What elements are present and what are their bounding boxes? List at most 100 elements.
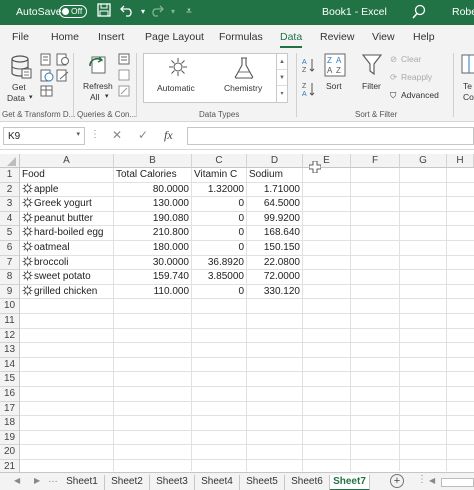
cell-d1[interactable]: Sodium (249, 168, 283, 182)
cell-a9[interactable]: grilled chicken (22, 285, 97, 299)
scroll-up-icon[interactable]: ▲ (277, 54, 287, 70)
insert-function-icon[interactable]: fx (164, 128, 173, 143)
formula-input[interactable] (187, 127, 474, 145)
next-sheet-icon[interactable]: ▶ (34, 476, 40, 485)
select-all-corner[interactable] (0, 154, 20, 168)
cell-d3[interactable]: 64.5000 (247, 197, 300, 211)
sheet-tab-sheet6[interactable]: Sheet6 (285, 475, 330, 490)
row-header-14[interactable]: 14 (0, 357, 20, 373)
clear-filter-button[interactable]: ⊘ Clear (390, 54, 421, 65)
scroll-down-icon[interactable]: ▼ (277, 70, 287, 86)
geography-data-type-icon[interactable] (22, 241, 33, 252)
enter-check-icon[interactable]: ✓ (138, 128, 148, 142)
tab-formulas[interactable]: Formulas (219, 31, 263, 43)
sheet-tab-sheet3[interactable]: Sheet3 (150, 475, 195, 490)
geography-data-type-icon[interactable] (22, 270, 33, 281)
existing-connections-icon[interactable] (56, 69, 70, 85)
cell-c7[interactable]: 36.8920 (192, 256, 244, 270)
from-table-icon[interactable] (40, 85, 54, 101)
cell-b4[interactable]: 190.080 (114, 212, 189, 226)
column-header-g[interactable]: G (400, 154, 447, 168)
row-header-16[interactable]: 16 (0, 387, 20, 402)
cell-c2[interactable]: 1.32000 (192, 183, 244, 197)
row-header-7[interactable]: 7 (0, 255, 20, 271)
cell-d7[interactable]: 22.0800 (247, 256, 300, 270)
cell-a2[interactable]: apple (22, 183, 58, 197)
geography-data-type-icon[interactable] (22, 212, 33, 223)
options-ellipsis-icon[interactable]: ⋮ (417, 474, 427, 485)
row-header-10[interactable]: 10 (0, 299, 20, 314)
sort-z-a-icon[interactable]: ZA (302, 81, 316, 100)
refresh-all-button[interactable]: Refresh All ▾ (80, 51, 116, 103)
customize-qat-icon[interactable]: ⩡ (180, 3, 198, 21)
column-header-d[interactable]: D (247, 154, 303, 168)
chevron-down-icon[interactable]: ▾ (76, 130, 80, 138)
name-box[interactable]: K9 ▾ (3, 127, 85, 145)
cell-b1[interactable]: Total Calories (116, 168, 177, 182)
cell-a7[interactable]: broccoli (22, 256, 68, 270)
edit-links-icon[interactable] (118, 85, 131, 100)
tab-page-layout[interactable]: Page Layout (145, 31, 204, 43)
column-header-a[interactable]: A (20, 154, 114, 168)
tab-help[interactable]: Help (413, 31, 435, 43)
cell-b5[interactable]: 210.800 (114, 226, 189, 240)
row-header-12[interactable]: 12 (0, 328, 20, 344)
tab-review[interactable]: Review (320, 31, 354, 43)
geography-data-type-icon[interactable] (22, 256, 33, 267)
scrollbar-thumb[interactable] (441, 478, 474, 487)
cell-a5[interactable]: hard-boiled egg (22, 226, 104, 240)
scroll-left-icon[interactable]: ◀ (429, 476, 435, 485)
tab-data[interactable]: Data (280, 31, 303, 48)
recent-sources-icon[interactable] (56, 53, 70, 69)
cell-d5[interactable]: 168.640 (247, 226, 300, 240)
row-header-1[interactable]: 1 (0, 168, 20, 183)
text-to-columns-button[interactable]: Te Co (457, 53, 474, 101)
cancel-icon[interactable]: ✕ (112, 128, 122, 142)
cell-a6[interactable]: oatmeal (22, 241, 70, 255)
queries-connections-icon[interactable] (118, 53, 131, 68)
more-sheets-icon[interactable]: … (48, 474, 58, 485)
previous-sheet-icon[interactable]: ◀ (14, 476, 20, 485)
horizontal-scrollbar[interactable]: ◀ (429, 476, 474, 488)
data-type-automatic[interactable]: Automatic (146, 56, 210, 100)
geography-data-type-icon[interactable] (22, 226, 33, 237)
cell-d9[interactable]: 330.120 (247, 285, 300, 299)
column-header-c[interactable]: C (192, 154, 247, 168)
sheet-tab-sheet5[interactable]: Sheet5 (240, 475, 285, 490)
tab-home[interactable]: Home (51, 31, 79, 43)
cell-b2[interactable]: 80.0000 (114, 183, 189, 197)
column-header-b[interactable]: B (114, 154, 192, 168)
column-header-h[interactable]: H (447, 154, 474, 168)
sort-button[interactable]: Z A A Z Sort (322, 53, 348, 97)
geography-data-type-icon[interactable] (22, 285, 33, 296)
properties-icon[interactable] (118, 69, 131, 84)
cell-c6[interactable]: 0 (192, 241, 244, 255)
tab-insert[interactable]: Insert (98, 31, 124, 43)
cell-b7[interactable]: 30.0000 (114, 256, 189, 270)
cell-c1[interactable]: Vitamin C (194, 168, 237, 182)
sheet-tab-sheet4[interactable]: Sheet4 (195, 475, 240, 490)
sort-a-z-icon[interactable]: AZ (302, 57, 316, 76)
cell-c8[interactable]: 3.85000 (192, 270, 244, 284)
filter-button[interactable]: Filter (358, 53, 386, 97)
from-web-icon[interactable] (40, 69, 54, 85)
reapply-button[interactable]: ⟳ Reapply (390, 72, 432, 83)
row-header-6[interactable]: 6 (0, 241, 20, 256)
geography-data-type-icon[interactable] (22, 183, 33, 194)
data-type-chemistry[interactable]: Chemistry (212, 56, 276, 100)
add-sheet-button[interactable]: + (390, 474, 404, 488)
row-header-9[interactable]: 9 (0, 284, 20, 300)
cell-c9[interactable]: 0 (192, 285, 244, 299)
row-header-18[interactable]: 18 (0, 416, 20, 431)
tab-file[interactable]: File (12, 31, 29, 43)
advanced-filter-button[interactable]: ⛉ Advanced (390, 90, 439, 101)
cell-c5[interactable]: 0 (192, 226, 244, 240)
row-header-17[interactable]: 17 (0, 401, 20, 417)
row-header-3[interactable]: 3 (0, 197, 20, 212)
cell-d8[interactable]: 72.0000 (247, 270, 300, 284)
cell-c3[interactable]: 0 (192, 197, 244, 211)
get-data-button[interactable]: Get Data ▾ (4, 51, 38, 103)
tab-view[interactable]: View (372, 31, 395, 43)
cell-d2[interactable]: 1.71000 (247, 183, 300, 197)
expand-gallery-icon[interactable]: ▾ (277, 86, 287, 102)
